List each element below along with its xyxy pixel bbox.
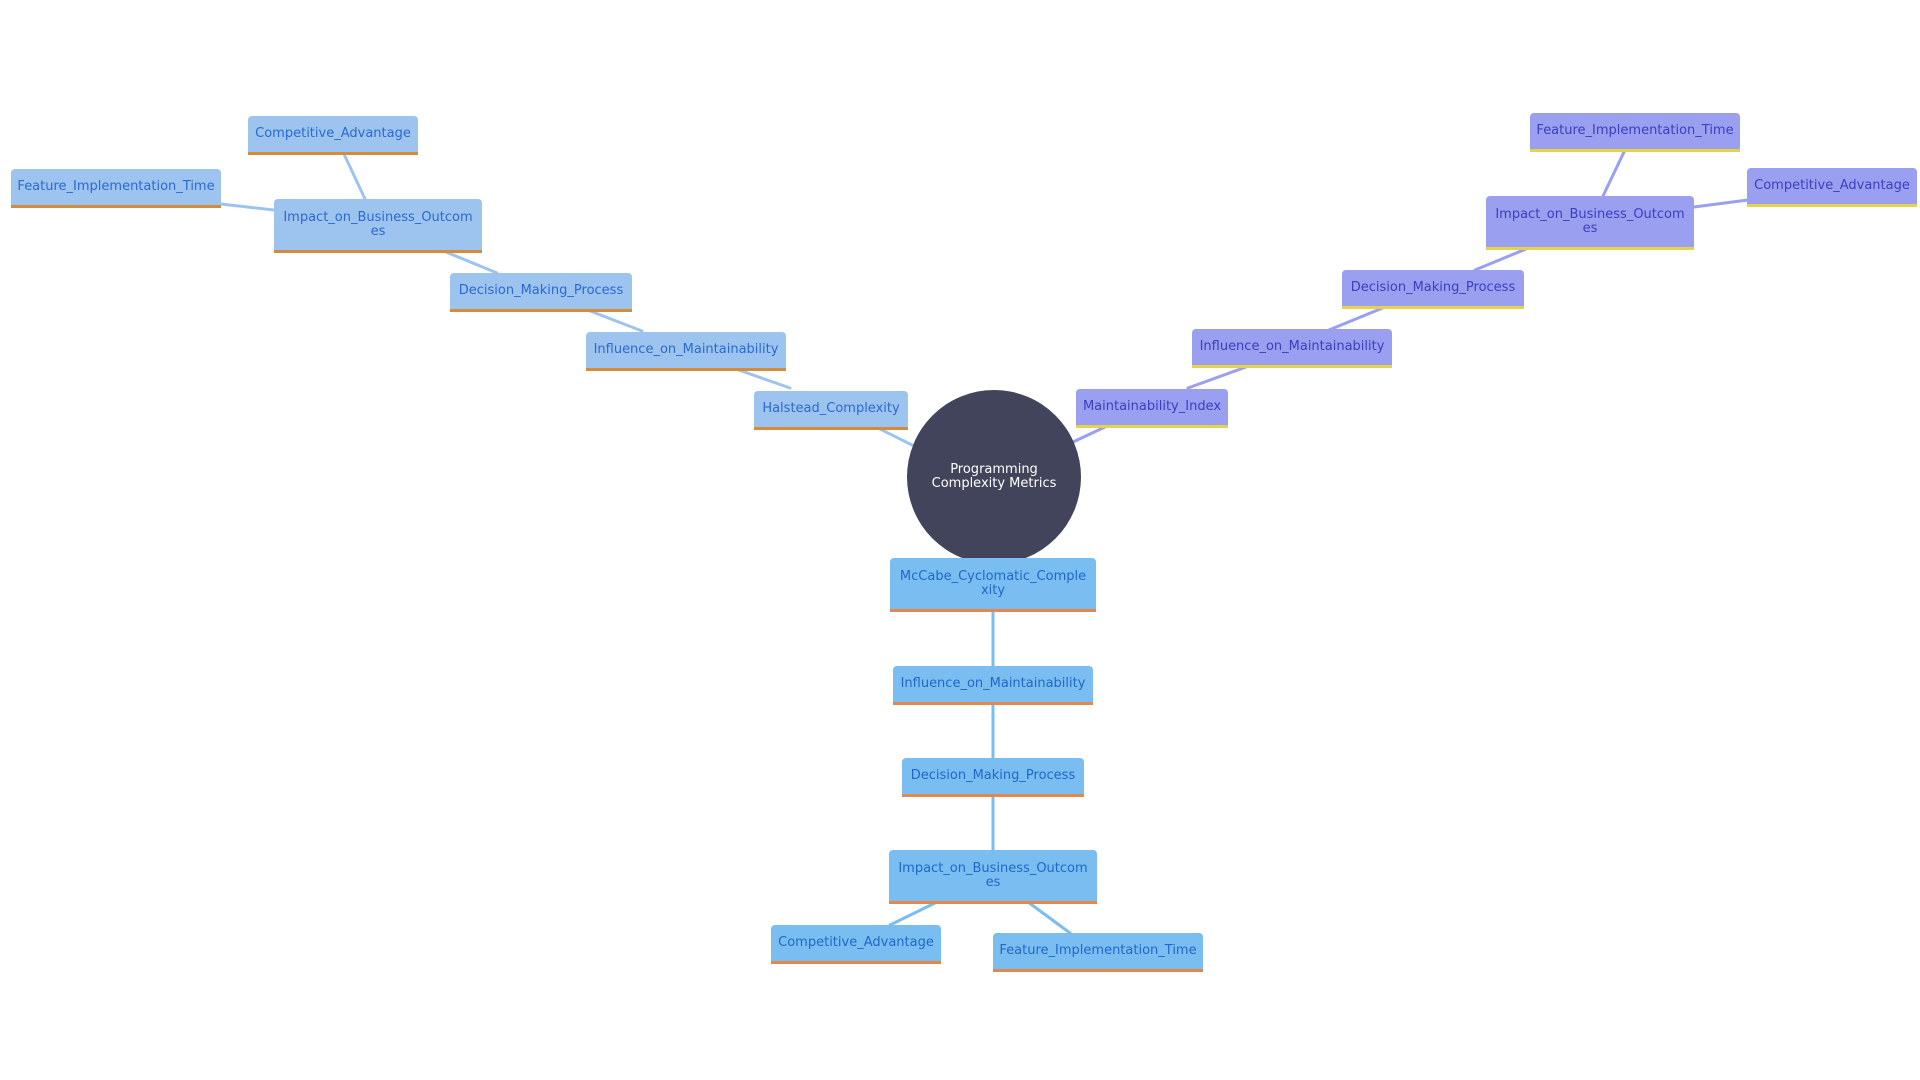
node-right-influence-on-maintainability[interactable]: Influence_on_Maintainability	[1192, 329, 1392, 368]
node-left-impact-on-business-outcomes[interactable]: Impact_on_Business_Outcomes	[274, 199, 482, 253]
node-label: Decision_Making_Process	[1350, 280, 1516, 295]
node-down-competitive-advantage[interactable]: Competitive_Advantage	[771, 925, 941, 964]
edge-right-influence-decision	[1327, 305, 1387, 332]
node-label: McCabe_Cyclomatic_Complexity	[899, 568, 1087, 598]
node-label: Competitive_Advantage	[255, 126, 411, 141]
edge-right-maintainability-influence	[1186, 365, 1248, 390]
root-label: Programming Complexity Metrics	[931, 462, 1057, 491]
edge-down-impact-competitive	[888, 900, 939, 927]
node-down-decision-making-process[interactable]: Decision_Making_Process	[902, 758, 1084, 797]
node-right-impact-on-business-outcomes[interactable]: Impact_on_Business_Outcomes	[1486, 196, 1694, 250]
edge-right-impact-feature	[1601, 150, 1626, 198]
node-label: Influence_on_Maintainability	[593, 342, 779, 357]
node-right-maintainability-index[interactable]: Maintainability_Index	[1076, 389, 1228, 428]
node-left-halstead-complexity[interactable]: Halstead_Complexity	[754, 391, 908, 430]
edge-left-influence-decision	[583, 307, 644, 333]
node-down-mccabe-cyclomatic-complexity[interactable]: McCabe_Cyclomatic_Complexity	[890, 558, 1096, 612]
edge-right-decision-impact	[1473, 247, 1528, 272]
node-down-feature-implementation-time[interactable]: Feature_Implementation_Time	[993, 933, 1203, 972]
node-label: Decision_Making_Process	[910, 768, 1076, 783]
node-label: Competitive_Advantage	[778, 935, 934, 950]
node-label: Halstead_Complexity	[762, 401, 900, 416]
node-label: Feature_Implementation_Time	[1536, 123, 1734, 138]
node-label: Feature_Implementation_Time	[17, 179, 215, 194]
edge-right-impact-competitive	[1692, 198, 1750, 209]
node-label: Impact_on_Business_Outcomes	[1495, 206, 1685, 236]
edge-root-left-halstead	[876, 426, 914, 447]
node-left-influence-on-maintainability[interactable]: Influence_on_Maintainability	[586, 332, 786, 371]
edge-down-impact-feature	[1026, 900, 1072, 935]
root-node[interactable]: Programming Complexity Metrics	[907, 390, 1081, 564]
edge-left-decision-impact	[444, 250, 499, 275]
node-down-impact-on-business-outcomes[interactable]: Impact_on_Business_Outcomes	[889, 850, 1097, 904]
node-left-decision-making-process[interactable]: Decision_Making_Process	[450, 273, 632, 312]
node-right-competitive-advantage[interactable]: Competitive_Advantage	[1747, 168, 1917, 207]
node-label: Impact_on_Business_Outcomes	[898, 860, 1088, 890]
node-label: Influence_on_Maintainability	[1199, 339, 1385, 354]
edge-left-halstead-influence	[731, 366, 792, 390]
edge-root-right-maintainability	[1071, 425, 1107, 444]
node-label: Impact_on_Business_Outcomes	[283, 209, 473, 239]
node-left-feature-implementation-time[interactable]: Feature_Implementation_Time	[11, 169, 221, 208]
node-left-competitive-advantage[interactable]: Competitive_Advantage	[248, 116, 418, 155]
node-right-feature-implementation-time[interactable]: Feature_Implementation_Time	[1530, 113, 1740, 152]
node-label: Influence_on_Maintainability	[900, 676, 1086, 691]
edge-left-impact-feature	[219, 202, 276, 212]
node-right-decision-making-process[interactable]: Decision_Making_Process	[1342, 270, 1524, 309]
edge-left-impact-competitive	[342, 152, 367, 201]
node-label: Competitive_Advantage	[1754, 178, 1910, 193]
node-label: Decision_Making_Process	[458, 283, 624, 298]
node-label: Maintainability_Index	[1082, 399, 1222, 414]
node-label: Feature_Implementation_Time	[999, 943, 1197, 958]
node-down-influence-on-maintainability[interactable]: Influence_on_Maintainability	[893, 666, 1093, 705]
